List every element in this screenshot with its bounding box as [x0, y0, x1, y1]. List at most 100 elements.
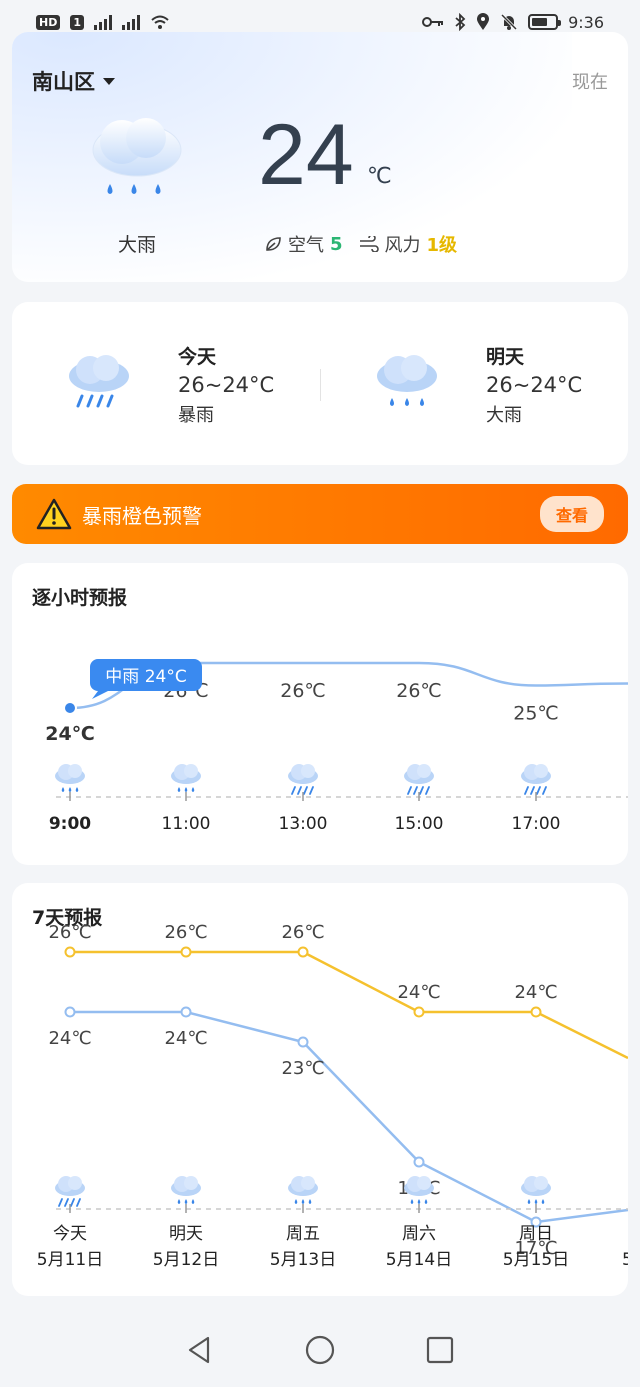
- today-range: 26~24°C: [178, 373, 275, 397]
- hour-temp: 25℃: [513, 703, 559, 725]
- day-high: 24℃: [514, 982, 557, 1003]
- battery-icon: [528, 14, 562, 30]
- rain-icon: [288, 1176, 318, 1204]
- day-name: 周六: [402, 1224, 436, 1244]
- hour-temp: 26℃: [280, 680, 326, 702]
- high-point: [64, 946, 76, 958]
- day-high: 26℃: [164, 922, 207, 943]
- hourly-chart[interactable]: 24℃ 9:00 26℃11:00 26℃ 13:00 26℃ 15:00 25℃ 17:00 中…: [12, 563, 628, 865]
- clock: 9:36: [568, 12, 604, 32]
- recents-icon[interactable]: [424, 1334, 456, 1366]
- caret-down-icon: [103, 77, 115, 85]
- today-summary[interactable]: 今天 26~24°C 暴雨: [64, 342, 274, 427]
- air-label: 空气: [288, 235, 324, 256]
- signal-icon: [94, 14, 112, 30]
- hour-column[interactable]: 25℃ 17:00: [512, 703, 561, 835]
- signal-icon-2: [122, 14, 140, 30]
- day-name: 今天: [53, 1224, 87, 1244]
- high-temp-line: [70, 950, 628, 1060]
- high-point: [180, 946, 192, 958]
- sim-badge: 1: [70, 14, 84, 30]
- day-high: 24℃: [397, 982, 440, 1003]
- hour-time: 11:00: [162, 814, 211, 834]
- day-high: 26℃: [48, 922, 91, 943]
- air-wind-row: 空气 5 风力 1级: [264, 231, 457, 257]
- air-quality[interactable]: 空气 5: [264, 231, 343, 257]
- high-point: [530, 1006, 542, 1018]
- daily-forecast-card: 7天预报 26℃ 24℃ 今天 5月11日 26℃ 24℃ 明天 5月12日 26℃ 23℃ 周五 5…: [12, 883, 628, 1296]
- hour-column[interactable]: 26℃11:00: [162, 680, 211, 834]
- now-label: 现在: [572, 72, 608, 93]
- low-point: [64, 1006, 76, 1018]
- current-temperature: 24: [258, 107, 354, 203]
- day-column[interactable]: 24℃19℃周六5月14日: [386, 982, 452, 1270]
- day-column[interactable]: 24℃17℃周日5月15日: [503, 982, 569, 1270]
- tomorrow-summary[interactable]: 明天 26~24°C 大雨: [372, 342, 582, 427]
- wind-value: 1级: [426, 235, 458, 256]
- today-desc: 暴雨: [178, 405, 214, 426]
- rain-cloud-icon: [92, 118, 182, 194]
- view-alert-button[interactable]: 查看: [539, 496, 604, 532]
- heavy-rain-icon: [521, 764, 551, 795]
- hd-badge: HD: [36, 14, 61, 30]
- rain-icon: [55, 764, 85, 792]
- day-column[interactable]: 26℃ 24℃ 明天 5月12日: [153, 922, 219, 1270]
- location-icon: [477, 13, 490, 30]
- district-selector[interactable]: 南山区: [32, 66, 115, 96]
- air-value: 5: [330, 233, 343, 255]
- day-date: 5月12日: [153, 1250, 219, 1270]
- day-name: 周五: [286, 1224, 320, 1244]
- hour-column[interactable]: 26℃ 15:00: [395, 680, 444, 834]
- low-point: [413, 1156, 425, 1168]
- tomorrow-range: 26~24°C: [486, 373, 583, 397]
- rain-icon: [404, 1176, 434, 1204]
- hour-column[interactable]: 26℃ 13:00: [279, 680, 328, 834]
- weather-alert-banner[interactable]: 暴雨橙色预警 查看: [12, 484, 628, 544]
- wifi-icon: [151, 15, 169, 29]
- back-icon[interactable]: [184, 1334, 216, 1366]
- day-name: 明天: [169, 1224, 203, 1244]
- temperature-unit: ℃: [367, 164, 392, 189]
- heavy-rain-icon: [55, 1176, 85, 1207]
- day-date: 5月14日: [386, 1250, 452, 1270]
- warning-icon: [36, 498, 72, 530]
- navigation-bar: [0, 1313, 640, 1387]
- rain-icon: [171, 764, 201, 792]
- rain-icon: [171, 1176, 201, 1204]
- wind-level[interactable]: 风力 1级: [359, 231, 458, 257]
- hour-time: 15:00: [395, 814, 444, 834]
- hour-time: 17:00: [512, 814, 561, 834]
- overflow-date-stub: 5: [622, 1250, 628, 1270]
- low-point: [180, 1006, 192, 1018]
- bluetooth-icon: [455, 13, 466, 31]
- hourly-forecast-card: 逐小时预报 24℃9:0026℃11:0026℃13:0026℃15:0025℃…: [12, 563, 628, 865]
- heavy-rain-icon: [69, 354, 129, 407]
- key-icon: [422, 17, 444, 27]
- hour-column[interactable]: 24℃ 9:00: [45, 701, 95, 834]
- hour-temp: 26℃: [396, 680, 442, 702]
- divider: [320, 369, 321, 401]
- rain-icon: [377, 354, 437, 406]
- low-point: [297, 1036, 309, 1048]
- day-date: 5月15日: [503, 1250, 569, 1270]
- hour-temp: 24℃: [45, 723, 94, 745]
- heavy-rain-icon: [404, 764, 434, 795]
- hour-time: 9:00: [49, 814, 91, 834]
- day-date: 5月11日: [37, 1250, 103, 1270]
- rain-icon: [521, 1176, 551, 1204]
- mute-bell-icon: [501, 13, 518, 31]
- day-high: 26℃: [281, 922, 324, 943]
- day-column[interactable]: 26℃ 23℃ 周五 5月13日: [270, 922, 336, 1270]
- home-icon[interactable]: [304, 1334, 336, 1366]
- day-date: 5月13日: [270, 1250, 336, 1270]
- alert-text: 暴雨橙色预警: [82, 503, 202, 528]
- wind-icon: [359, 236, 379, 252]
- condition-label: 大雨: [117, 234, 156, 256]
- high-point: [297, 946, 309, 958]
- day-column[interactable]: 26℃ 24℃ 今天 5月11日: [37, 922, 103, 1270]
- wind-label: 风力: [384, 235, 421, 256]
- current-hour-point: [63, 701, 77, 715]
- leaf-icon: [266, 237, 281, 251]
- day-name: 周日: [519, 1224, 553, 1244]
- daily-chart[interactable]: 26℃24℃今天5月11日26℃24℃明天5月12日26℃23℃周五5月13日2…: [12, 883, 628, 1296]
